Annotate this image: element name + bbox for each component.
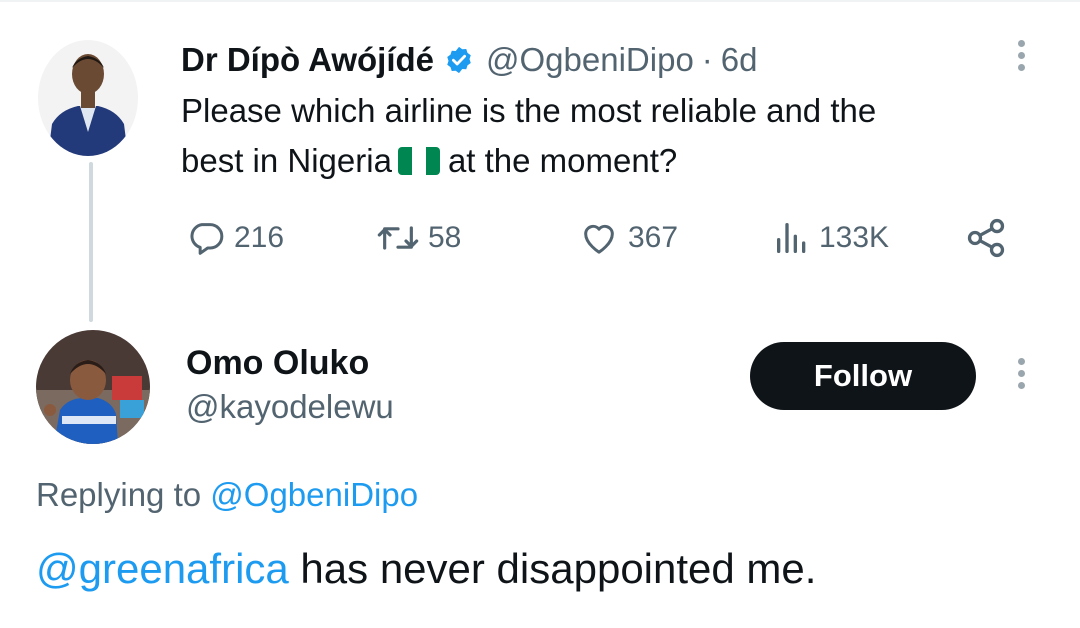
reply-icon	[190, 223, 224, 255]
heart-icon	[584, 224, 614, 254]
reply-author-avatar[interactable]	[36, 330, 150, 444]
retweet-icon	[377, 226, 419, 250]
views-chart-icon	[777, 223, 806, 253]
top-divider	[0, 0, 1080, 2]
verified-badge-icon	[447, 46, 471, 74]
tweet-text-line-1: Please which airline is the most reliabl…	[181, 92, 877, 129]
nigeria-flag-icon	[397, 147, 440, 175]
replying-to-line: Replying to @OgbeniDipo	[36, 476, 418, 514]
replying-to-prefix: Replying to	[36, 476, 202, 513]
like-count: 367	[628, 221, 679, 254]
thread-connector-line	[89, 162, 93, 322]
tweet-text-segment: at the moment?	[447, 142, 678, 179]
like-button[interactable]: 367	[578, 216, 678, 260]
share-icon	[967, 218, 1005, 258]
author-name[interactable]: Dr Dípò Awójídé	[181, 41, 434, 79]
more-options-icon[interactable]	[1017, 40, 1025, 71]
reply-text: @greenafrica has never disappointed me.	[36, 545, 816, 593]
tweet-text-line-2: best in Nigeria at the moment?	[181, 136, 1041, 186]
follow-button[interactable]: Follow	[750, 342, 976, 410]
tweet-header: Dr Dípò Awójídé @OgbeniDipo · 6d	[181, 38, 758, 82]
meta-separator: ·	[701, 41, 713, 78]
author-handle[interactable]: @OgbeniDipo	[486, 41, 694, 79]
reply-count: 216	[234, 221, 285, 254]
tweet-text: Please which airline is the most reliabl…	[181, 86, 1041, 186]
reply-text-body: has never disappointed me.	[288, 545, 817, 592]
views-count: 133K	[819, 221, 890, 254]
more-options-icon[interactable]	[1017, 358, 1025, 389]
reply-button[interactable]: 216	[186, 216, 284, 260]
retweet-button[interactable]: 58	[376, 216, 461, 260]
replying-to-handle-link[interactable]: @OgbeniDipo	[210, 476, 418, 513]
reply-author-name[interactable]: Omo Oluko	[186, 344, 369, 383]
tweet-timestamp[interactable]: 6d	[721, 41, 758, 79]
views-button[interactable]: 133K	[773, 216, 889, 260]
mention-link[interactable]: @greenafrica	[36, 545, 289, 592]
retweet-count: 58	[428, 221, 462, 254]
author-avatar[interactable]	[38, 40, 138, 156]
reply-author-handle[interactable]: @kayodelewu	[186, 388, 394, 426]
share-button[interactable]	[964, 216, 1008, 260]
tweet-text-segment: best in Nigeria	[181, 142, 392, 179]
